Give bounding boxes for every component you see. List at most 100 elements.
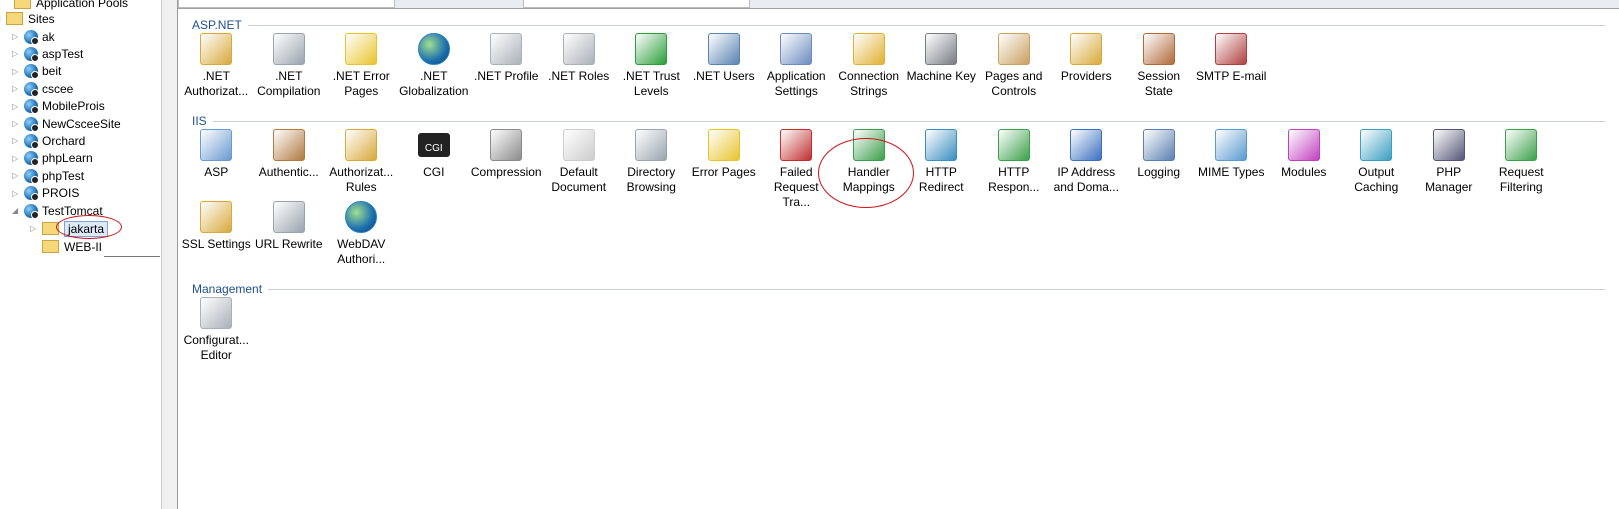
expand-arrow-icon[interactable]: ▷ xyxy=(12,189,21,198)
folder-icon xyxy=(42,240,59,253)
feature-label: WebDAV Authori... xyxy=(337,237,386,266)
section-divider xyxy=(268,288,1605,290)
feature--net-error-pages[interactable]: .NET Error Pages xyxy=(325,33,398,99)
expand-arrow-icon[interactable]: ▷ xyxy=(12,49,21,58)
feature--net-authorizat[interactable]: .NET Authorizat... xyxy=(180,33,253,99)
feature-cgi[interactable]: CGI CGI xyxy=(398,129,471,210)
document-icon xyxy=(562,129,595,161)
feature-authentic[interactable]: Authentic... xyxy=(253,129,326,210)
tree-node[interactable]: ▷ phpLearn xyxy=(12,150,93,167)
feature--net-profile[interactable]: .NET Profile xyxy=(470,33,543,99)
tree-node[interactable]: ▷ MobileProis xyxy=(12,98,105,115)
feature-compression[interactable]: Compression xyxy=(470,129,543,210)
feature-url-rewrite[interactable]: URL Rewrite xyxy=(253,201,326,267)
feature-label: .NET Profile xyxy=(474,69,539,83)
site-globe-icon xyxy=(24,168,39,184)
feature-authorizat-rules[interactable]: Authorizat... Rules xyxy=(325,129,398,210)
expand-arrow-icon[interactable]: ▷ xyxy=(12,119,21,128)
feature-application-settings[interactable]: Application Settings xyxy=(760,33,833,99)
expand-arrow-icon[interactable]: ▷ xyxy=(12,67,21,76)
feature-asp[interactable]: ASP xyxy=(180,129,253,210)
feature-php-manager[interactable]: PHP Manager xyxy=(1413,129,1486,210)
site-globe-icon xyxy=(24,46,39,62)
feature-label: Request Filtering xyxy=(1498,165,1544,194)
collapse-arrow-icon[interactable]: ◢ xyxy=(0,14,3,23)
feature--net-globalization[interactable]: .NET Globalization xyxy=(398,33,471,99)
cgi-icon: CGI xyxy=(417,133,450,157)
tree-node-label: phpLearn xyxy=(42,151,93,166)
feature-output-caching[interactable]: Output Caching xyxy=(1340,129,1413,210)
feature--net-compilation[interactable]: .NET Compilation xyxy=(253,33,326,99)
globe-icon xyxy=(417,33,450,65)
site-globe-icon xyxy=(24,133,39,149)
tree-node[interactable]: WEB-II xyxy=(30,238,102,255)
feature-label: Authentic... xyxy=(258,165,319,179)
feature-label: Providers xyxy=(1060,69,1112,83)
tree-node[interactable]: ▷ aspTest xyxy=(12,45,83,62)
folder-icon xyxy=(6,12,23,25)
tree-node[interactable]: ▷ ak xyxy=(12,28,55,45)
tree-node[interactable]: ▷ cscee xyxy=(12,80,73,97)
feature-pages-and-controls[interactable]: Pages and Controls xyxy=(978,33,1051,99)
address-field[interactable] xyxy=(178,0,395,8)
collapse-arrow-icon[interactable]: ◢ xyxy=(12,206,21,215)
settings-list-icon xyxy=(780,33,813,65)
feature-ip-address-and-doma[interactable]: IP Address and Doma... xyxy=(1050,129,1123,210)
feature-smtp-e-mail[interactable]: SMTP E-mail xyxy=(1195,33,1268,99)
expand-arrow-icon[interactable]: ▷ xyxy=(30,224,39,233)
feature-configurat-editor[interactable]: Configurat... Editor xyxy=(180,297,253,363)
expand-arrow-icon[interactable]: ▷ xyxy=(12,171,21,180)
feature-label: Error Pages xyxy=(691,165,756,179)
section-title: IIS xyxy=(192,114,207,128)
tree-node-label: beit xyxy=(42,64,62,79)
feature-label: CGI xyxy=(423,165,445,179)
feature-error-pages[interactable]: Error Pages xyxy=(688,129,761,210)
feature-ssl-settings[interactable]: SSL Settings xyxy=(180,201,253,267)
section-title: Management xyxy=(192,282,263,296)
users-icon xyxy=(707,33,740,65)
feature-http-respon[interactable]: HTTP Respon... xyxy=(978,129,1051,210)
lock-icon xyxy=(200,201,233,233)
expand-arrow-icon[interactable]: ▷ xyxy=(12,154,21,163)
expand-arrow-icon[interactable]: ▷ xyxy=(12,136,21,145)
tree-node[interactable]: ◢ Sites xyxy=(0,10,55,27)
feature-default-document[interactable]: Default Document xyxy=(543,129,616,210)
feature--net-users[interactable]: .NET Users xyxy=(688,33,761,99)
feature-label: IP Address and Doma... xyxy=(1053,165,1119,194)
session-icon xyxy=(1142,33,1175,65)
error-404-icon xyxy=(345,33,378,65)
feature-providers[interactable]: Providers xyxy=(1050,33,1123,99)
site-globe-icon xyxy=(24,81,39,97)
feature--net-trust-levels[interactable]: .NET Trust Levels xyxy=(615,33,688,99)
expand-arrow-icon[interactable]: ▷ xyxy=(12,84,21,93)
feature-directory-browsing[interactable]: Directory Browsing xyxy=(615,129,688,210)
tree-node-label: MobileProis xyxy=(42,99,105,114)
section-header: ASP.NET xyxy=(192,18,1605,32)
providers-icon xyxy=(1070,33,1103,65)
tree-node[interactable]: ▷ PROIS xyxy=(12,185,79,202)
section-title: ASP.NET xyxy=(192,18,242,32)
tree-node[interactable]: ▷ Orchard xyxy=(12,132,85,149)
feature-machine-key[interactable]: Machine Key xyxy=(905,33,978,99)
feature-http-redirect[interactable]: HTTP Redirect xyxy=(905,129,978,210)
feature--net-roles[interactable]: .NET Roles xyxy=(543,33,616,99)
tree-node[interactable]: ▷ NewCsceeSite xyxy=(12,115,121,132)
tree-node[interactable]: ▷ phpTest xyxy=(12,167,84,184)
feature-logging[interactable]: Logging xyxy=(1123,129,1196,210)
feature-connection-strings[interactable]: Connection Strings xyxy=(833,33,906,99)
feature-label: SMTP E-mail xyxy=(1196,69,1267,83)
feature-mime-types[interactable]: MIME Types xyxy=(1195,129,1268,210)
feature-request-filtering[interactable]: Request Filtering xyxy=(1485,129,1558,210)
expand-arrow-icon[interactable]: ▷ xyxy=(12,32,21,41)
webdav-icon xyxy=(345,201,378,233)
feature-label: PHP Manager xyxy=(1425,165,1473,194)
tree-node[interactable]: ▷ beit xyxy=(12,63,61,80)
filter-field[interactable] xyxy=(523,0,750,8)
feature-session-state[interactable]: Session State xyxy=(1123,33,1196,99)
pages-icon xyxy=(997,33,1030,65)
tree-scrollbar[interactable] xyxy=(161,0,178,509)
feature-modules[interactable]: Modules xyxy=(1268,129,1341,210)
expand-arrow-icon[interactable]: ▷ xyxy=(12,102,21,111)
feature-webdav-authori[interactable]: WebDAV Authori... xyxy=(325,201,398,267)
feature-label: Default Document xyxy=(551,165,607,194)
